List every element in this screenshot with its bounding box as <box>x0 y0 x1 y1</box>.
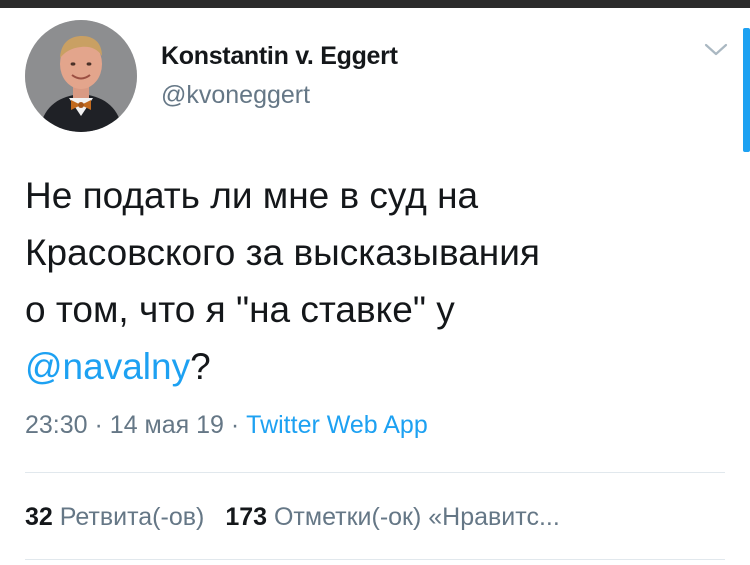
mention-link[interactable]: @navalny <box>25 346 190 387</box>
tweet-source-link[interactable]: Twitter Web App <box>246 411 428 439</box>
divider <box>25 559 725 560</box>
user-handle[interactable]: @kvoneggert <box>161 81 310 110</box>
retweets-stat[interactable]: 32 Ретвита(-ов) <box>25 503 204 531</box>
tweet-text: Не подать ли мне в суд на Красовского за… <box>25 167 730 395</box>
tweet-text-line: @navalny? <box>25 338 730 395</box>
tweet-text-line: Красовского за высказывания <box>25 232 540 273</box>
tweet-date[interactable]: 14 мая 19 <box>110 411 224 439</box>
tweet-meta: 23:30 · 14 мая 19 · Twitter Web App <box>25 411 428 440</box>
display-name[interactable]: Konstantin v. Eggert <box>161 42 398 71</box>
meta-separator: · <box>230 411 240 439</box>
chevron-down-icon[interactable] <box>703 42 729 58</box>
like-label: Отметки(-ок) «Нравитс... <box>273 503 560 531</box>
tweet-stats: 32 Ретвита(-ов) 173 Отметки(-ок) «Нравит… <box>25 503 574 532</box>
tweet-text-line: Не подать ли мне в суд на <box>25 175 479 216</box>
top-bar <box>0 0 750 8</box>
like-count: 173 <box>225 503 268 531</box>
tweet-text-line: о том, что я "на ставке" у <box>25 289 455 330</box>
tweet-time[interactable]: 23:30 <box>25 411 88 439</box>
divider <box>25 472 725 473</box>
meta-separator: · <box>94 411 103 439</box>
retweet-label: Ретвита(-ов) <box>59 503 205 531</box>
scrollbar[interactable] <box>743 28 750 152</box>
likes-stat[interactable]: 173 Отметки(-ок) «Нравитс... <box>225 503 559 531</box>
avatar[interactable] <box>25 20 137 132</box>
retweet-count: 32 <box>25 503 53 531</box>
mention-suffix: ? <box>190 346 211 387</box>
